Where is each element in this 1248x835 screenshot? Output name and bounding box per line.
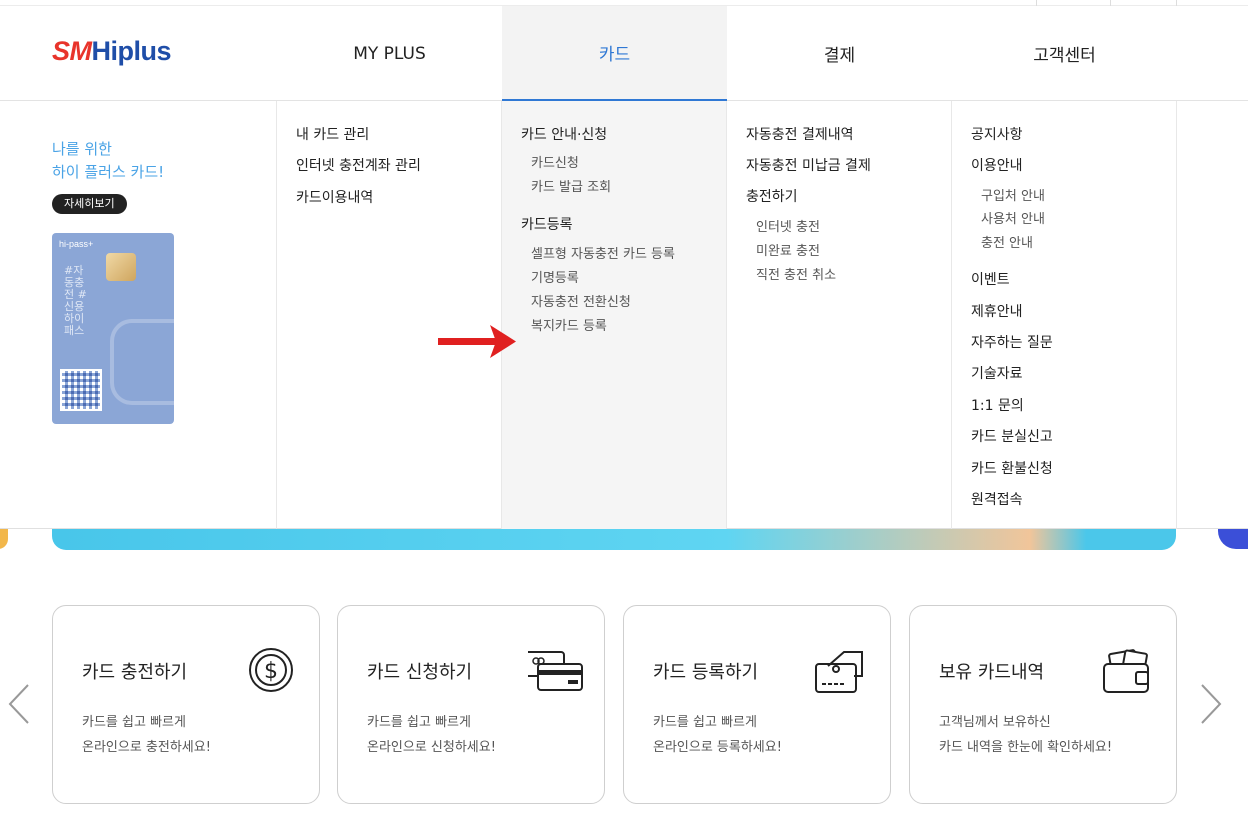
quick-apply-card[interactable]: 카드 신청하기 카드를 쉽고 빠르게 온라인으로 신청하세요! [337,605,605,804]
menu-internet-charge[interactable]: 인터넷 충전 [756,216,820,235]
mega-menu: 나를 위한 하이 플러스 카드! 자세히보기 hi-pass+ #자동충전 #신… [0,101,1248,529]
card-register-icon [815,651,863,693]
card-brand-text: hi-pass+ [59,239,94,249]
menu-col-support: 공지사항 이용안내 구입처 안내 사용처 안내 충전 안내 이벤트 제휴안내 자… [952,101,1177,529]
menu-cancel-last-charge[interactable]: 직전 충전 취소 [756,264,836,283]
gnb-payment[interactable]: 결제 [727,6,952,101]
menu-card-usage[interactable]: 카드이용내역 [296,187,373,207]
quick-register-card[interactable]: 카드 등록하기 카드를 쉽고 빠르게 온라인으로 등록하세요! [623,605,891,804]
menu-autocharge-convert[interactable]: 자동충전 전환신청 [531,291,631,310]
quick-charge-card[interactable]: 카드 충전하기 카드를 쉽고 빠르게 온라인으로 충전하세요! $ [52,605,320,804]
chevron-left-icon[interactable] [4,682,34,726]
menu-card-issue-check[interactable]: 카드 발급 조회 [531,176,611,195]
menu-purchase-place[interactable]: 구입처 안내 [981,185,1045,204]
menu-card-guide[interactable]: 카드 안내·신청 [521,124,607,144]
gnb-myplus[interactable]: MY PLUS [277,6,502,101]
menu-card-apply[interactable]: 카드신청 [531,152,579,171]
card-hashtag-text: #자동충전 #신용하이패스 [64,264,87,337]
menu-faq[interactable]: 자주하는 질문 [971,332,1053,352]
gnb-support[interactable]: 고객센터 [952,6,1177,101]
menu-usage-place[interactable]: 사용처 안내 [981,208,1045,227]
banner-edge-right [1218,529,1248,549]
menu-tech-docs[interactable]: 기술자료 [971,363,1023,383]
menu-partnership[interactable]: 제휴안내 [971,301,1023,321]
svg-text:$: $ [264,659,278,684]
menu-remote-access[interactable]: 원격접속 [971,489,1023,509]
main-banner[interactable] [52,529,1176,550]
site-header: SMHiplus MY PLUS 카드 결제 고객센터 [0,6,1248,101]
menu-incomplete-charge[interactable]: 미완료 충전 [756,240,820,259]
menu-col-payment: 자동충전 결제내역 자동충전 미납금 결제 충전하기 인터넷 충전 미완료 충전… [727,101,952,529]
menu-card-refund[interactable]: 카드 환불신청 [971,458,1053,478]
quick-owned-cards[interactable]: 보유 카드내역 고객님께서 보유하신 카드 내역을 한눈에 확인하세요! [909,605,1177,804]
credit-cards-icon [528,651,583,691]
banner-edge-left [0,529,8,549]
menu-card-register[interactable]: 카드등록 [521,214,573,234]
view-details-button[interactable]: 자세히보기 [52,194,127,214]
menu-named-register[interactable]: 기명등록 [531,267,579,286]
menu-welfare-card-register[interactable]: 복지카드 등록 [531,315,607,334]
menu-charge-guide[interactable]: 충전 안내 [981,232,1033,251]
gnb-card[interactable]: 카드 [502,6,727,101]
promo-title: 나를 위한 하이 플러스 카드! [52,140,165,181]
menu-charge[interactable]: 충전하기 [746,186,798,206]
wallet-icon [1103,649,1149,693]
menu-self-autocharge-register[interactable]: 셀프형 자동충전 카드 등록 [531,243,675,262]
menu-event[interactable]: 이벤트 [971,269,1010,289]
menu-col-myplus: 내 카드 관리 인터넷 충전계좌 관리 카드이용내역 [277,101,502,529]
card-chip [106,253,136,281]
menu-unpaid-payment[interactable]: 자동충전 미납금 결제 [746,155,871,175]
red-arrow-icon [438,325,516,358]
car-icon [110,319,174,405]
menu-notice[interactable]: 공지사항 [971,124,1023,144]
menu-charge-account[interactable]: 인터넷 충전계좌 관리 [296,155,421,175]
menu-col-card: 카드 안내·신청 카드신청 카드 발급 조회 카드등록 셀프형 자동충전 카드 … [502,101,727,529]
menu-inquiry[interactable]: 1:1 문의 [971,395,1024,415]
dollar-coin-icon: $ [249,648,293,692]
promo-panel: 나를 위한 하이 플러스 카드! 자세히보기 hi-pass+ #자동충전 #신… [0,101,277,529]
qr-code [60,369,102,411]
menu-autocharge-history[interactable]: 자동충전 결제내역 [746,124,854,144]
menu-usage-guide[interactable]: 이용안내 [971,155,1023,175]
smhiplus-logo[interactable]: SMHiplus [52,36,172,67]
menu-my-card[interactable]: 내 카드 관리 [296,124,369,144]
chevron-right-icon[interactable] [1196,682,1226,726]
global-nav: MY PLUS 카드 결제 고객센터 [277,6,1177,101]
hipass-card-image[interactable]: hi-pass+ #자동충전 #신용하이패스 [52,233,174,424]
menu-card-lost[interactable]: 카드 분실신고 [971,426,1053,446]
